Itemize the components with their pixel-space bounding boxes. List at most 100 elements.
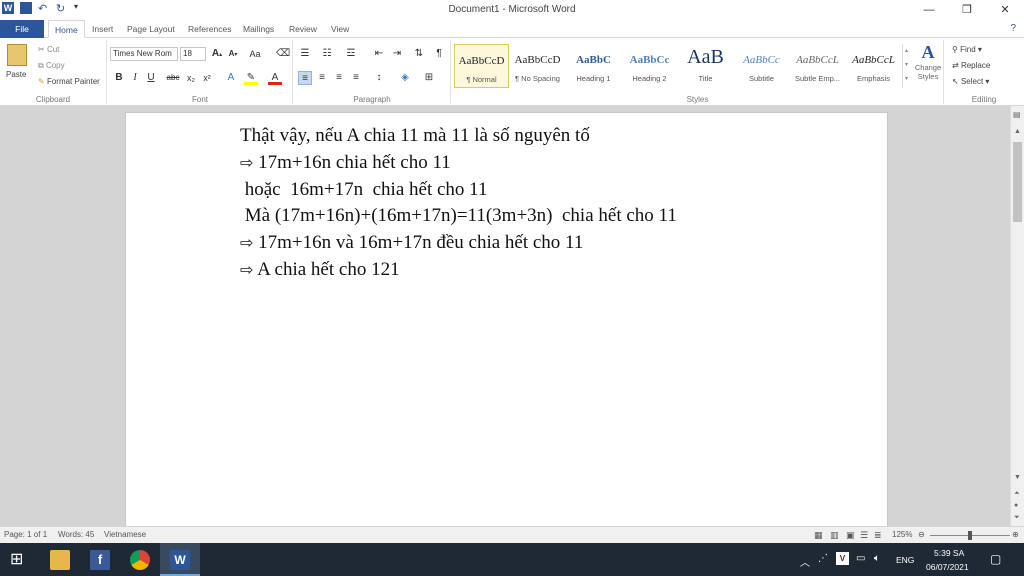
style-heading-2[interactable]: AaBbCc Heading 2 <box>622 44 677 88</box>
tab-references[interactable]: References <box>182 20 237 38</box>
clear-formatting-icon[interactable]: ⌫ <box>276 47 290 61</box>
minimize-button[interactable]: — <box>910 0 948 20</box>
numbering-icon[interactable]: ☷ <box>320 47 334 61</box>
bold-button[interactable]: B <box>112 71 126 85</box>
tab-review[interactable]: Review <box>283 20 323 38</box>
print-layout-icon[interactable]: ▦ <box>814 530 823 541</box>
show-marks-icon[interactable]: ¶ <box>432 47 446 61</box>
change-styles-button[interactable]: A Change Styles <box>912 42 944 81</box>
tab-insert[interactable]: Insert <box>86 20 119 38</box>
notifications-icon[interactable]: ▢ <box>990 552 1001 566</box>
clock-time[interactable]: 5:39 SA <box>934 548 964 558</box>
bullets-icon[interactable]: ☰ <box>298 47 312 61</box>
language-status[interactable]: Vietnamese <box>104 530 146 539</box>
restore-button[interactable]: ❐ <box>948 0 986 20</box>
shrink-font-button[interactable]: A▾ <box>226 47 240 61</box>
doc-line-1[interactable]: Thật vậy, nếu A chia 11 mà 11 là số nguy… <box>240 125 590 147</box>
shading-icon[interactable]: ◈ <box>398 71 412 85</box>
styles-scroll-icon[interactable]: ▴ ▾ ▾ <box>902 44 910 88</box>
change-case-button[interactable]: Aa <box>248 47 262 61</box>
vertical-scrollbar[interactable]: ▤ ▲ ▼ ⏶ ● ⏷ <box>1010 106 1024 526</box>
find-button[interactable]: ⚲ Find ▾ <box>952 45 982 54</box>
input-language[interactable]: ENG <box>896 555 914 565</box>
zoom-slider[interactable] <box>930 531 1010 540</box>
zoom-in-icon[interactable]: ⊕ <box>1012 530 1019 539</box>
full-screen-icon[interactable]: ▥ <box>830 530 839 541</box>
style-normal[interactable]: AaBbCcD ¶ Normal <box>454 44 509 88</box>
scroll-down-icon[interactable]: ▼ <box>1014 474 1021 481</box>
strikethrough-button[interactable]: abc <box>166 71 180 85</box>
copy-button[interactable]: ⧉ Copy <box>38 61 65 71</box>
font-color-icon[interactable]: A <box>268 71 282 85</box>
doc-line-4[interactable]: Mà (17m+16n)+(16m+17n)=11(3m+3n) chia hế… <box>240 205 677 227</box>
style-title[interactable]: AaB Title <box>678 44 733 88</box>
tab-file[interactable]: File <box>0 20 44 38</box>
italic-button[interactable]: I <box>128 71 142 85</box>
volume-icon[interactable]: 🔈︎ <box>874 553 880 564</box>
clock-date[interactable]: 06/07/2021 <box>926 562 969 572</box>
decrease-indent-icon[interactable]: ⇤ <box>372 47 386 61</box>
zoom-level[interactable]: 125% <box>892 530 912 539</box>
doc-line-6[interactable]: ⇨ A chia hết cho 121 <box>240 259 400 281</box>
doc-line-3[interactable]: hoặc 16m+17n chia hết cho 11 <box>240 179 488 201</box>
previous-page-icon[interactable]: ⏶ <box>1014 490 1020 498</box>
format-painter-button[interactable]: ✎ Format Painter <box>38 77 100 86</box>
select-button[interactable]: ↖ Select ▾ <box>952 77 989 86</box>
document-page[interactable]: Thật vậy, nếu A chia 11 mà 11 là số nguy… <box>125 112 888 542</box>
paste-button[interactable]: Paste <box>6 70 26 79</box>
word-taskbar-button[interactable]: W <box>160 543 200 576</box>
font-family-select[interactable]: Times New Rom <box>110 47 178 61</box>
tab-mailings[interactable]: Mailings <box>237 20 280 38</box>
font-size-select[interactable]: 18 <box>180 47 206 61</box>
tray-chevron-icon[interactable]: ︿ <box>800 554 810 569</box>
underline-button[interactable]: U <box>144 71 158 85</box>
sort-icon[interactable]: ⇅ <box>412 47 426 61</box>
tab-view[interactable]: View <box>325 20 355 38</box>
tab-page-layout[interactable]: Page Layout <box>121 20 181 38</box>
replace-button[interactable]: ⇄ Replace <box>952 61 990 70</box>
battery-icon[interactable]: ▭ <box>856 553 865 564</box>
zoom-slider-thumb[interactable] <box>968 531 972 540</box>
style-no-spacing[interactable]: AaBbCcD ¶ No Spacing <box>510 44 565 88</box>
align-left-icon[interactable]: ≡ <box>298 71 312 85</box>
outline-icon[interactable]: ☰ <box>860 530 868 541</box>
align-right-icon[interactable]: ≡ <box>332 71 346 85</box>
browse-object-icon[interactable]: ● <box>1014 502 1018 509</box>
style-subtitle[interactable]: AaBbCc Subtitle <box>734 44 789 88</box>
chrome-icon[interactable] <box>130 550 150 570</box>
doc-line-2[interactable]: ⇨ 17m+16n chia hết cho 11 <box>240 152 451 174</box>
text-effects-icon[interactable]: A <box>224 71 238 85</box>
help-icon[interactable]: ? <box>1010 23 1016 34</box>
web-layout-icon[interactable]: ▣ <box>846 530 855 541</box>
increase-indent-icon[interactable]: ⇥ <box>390 47 404 61</box>
draft-icon[interactable]: ≣ <box>874 530 882 541</box>
superscript-button[interactable]: x² <box>200 71 214 85</box>
multilevel-list-icon[interactable]: ☲ <box>344 47 358 61</box>
unikey-icon[interactable]: V <box>836 552 849 565</box>
word-count[interactable]: Words: 45 <box>58 530 94 539</box>
highlight-icon[interactable]: ✎ <box>244 71 258 85</box>
paste-icon[interactable] <box>7 44 27 66</box>
windows-start-icon[interactable]: ⊞ <box>10 550 30 570</box>
style-emphasis[interactable]: AaBbCcL Emphasis <box>846 44 901 88</box>
subscript-button[interactable]: x₂ <box>184 71 198 85</box>
scroll-up-icon[interactable]: ▲ <box>1014 128 1021 135</box>
close-button[interactable]: ✕ <box>986 0 1024 20</box>
grow-font-button[interactable]: A▴ <box>210 47 224 61</box>
style-heading-1[interactable]: AaBbC Heading 1 <box>566 44 621 88</box>
facebook-icon[interactable]: f <box>90 550 110 570</box>
network-icon[interactable]: ⋰ <box>818 553 828 564</box>
zoom-out-icon[interactable]: ⊖ <box>918 530 925 539</box>
borders-icon[interactable]: ⊞ <box>422 71 436 85</box>
scrollbar-thumb[interactable] <box>1013 142 1022 222</box>
file-explorer-icon[interactable] <box>50 550 70 570</box>
ruler-toggle-icon[interactable]: ▤ <box>1013 110 1021 119</box>
align-center-icon[interactable]: ≡ <box>315 71 329 85</box>
justify-icon[interactable]: ≡ <box>349 71 363 85</box>
tab-home[interactable]: Home <box>48 20 85 38</box>
next-page-icon[interactable]: ⏷ <box>1014 514 1020 522</box>
style-subtle-emphasis[interactable]: AaBbCcL Subtle Emp... <box>790 44 845 88</box>
page-count[interactable]: Page: 1 of 1 <box>4 530 47 539</box>
line-spacing-icon[interactable]: ↕ <box>372 71 386 85</box>
cut-button[interactable]: ✂ Cut <box>38 45 59 54</box>
